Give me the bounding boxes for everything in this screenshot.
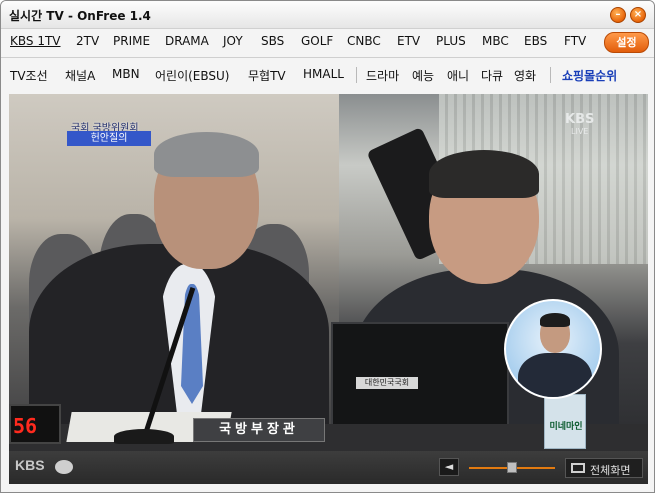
laptop-sticker: 대한민국국회	[356, 377, 418, 389]
settings-button[interactable]: 설정	[604, 32, 649, 53]
minimize-icon[interactable]: –	[610, 7, 626, 23]
interpreter-hair	[540, 313, 570, 327]
window-title: 실시간 TV - OnFree 1.4	[9, 9, 151, 23]
player-controls: KBS ◄ 전체화면	[9, 451, 648, 484]
app-window: 실시간 TV - OnFree 1.4 – × KBS 1TV 2TV PRIM…	[0, 0, 655, 493]
nameplate: 국방부장관	[193, 418, 325, 442]
channel-2tv[interactable]: 2TV	[76, 34, 99, 48]
interpreter-body	[518, 353, 592, 397]
channel-prime[interactable]: PRIME	[113, 34, 150, 48]
kbs-logo-icon	[55, 460, 73, 474]
channel-drama[interactable]: DRAMA	[165, 34, 209, 48]
channel-kbs1tv[interactable]: KBS 1TV	[10, 34, 61, 48]
channel-bar-extra: TV조선 채널A MBN 어린이(EBSU) 무협TV HMALL 드라마 예능…	[1, 59, 654, 89]
channel-bar-main: KBS 1TV 2TV PRIME DRAMA JOY SBS GOLF CNB…	[1, 30, 654, 56]
speaker-icon[interactable]: ◄	[439, 458, 459, 476]
watermark-brand: KBS	[565, 112, 595, 127]
channel-ebsu[interactable]: 어린이(EBSU)	[155, 67, 230, 84]
divider	[356, 67, 357, 83]
fullscreen-label: 전체화면	[590, 464, 631, 477]
close-icon[interactable]: ×	[630, 7, 646, 23]
shopping-ranking-link[interactable]: 쇼핑몰순위	[562, 67, 617, 84]
channel-genre-docu[interactable]: 다큐	[481, 67, 503, 84]
bottle-label: 미네마인	[549, 422, 583, 432]
brand-logo: KBS	[15, 457, 45, 473]
channel-joy[interactable]: JOY	[223, 34, 243, 48]
timer-display: 56	[9, 404, 61, 444]
kbs-live-watermark: KBS LIVE	[565, 112, 594, 136]
channel-ebs[interactable]: EBS	[524, 34, 547, 48]
channel-etv[interactable]: ETV	[397, 34, 420, 48]
timer-number: 56	[13, 414, 38, 438]
channel-channela[interactable]: 채널A	[65, 67, 95, 84]
video-player[interactable]: 대한민국국회 56 국방부장관 미네마인 국회 국방위원회 헌안질의 KBS L…	[9, 94, 648, 451]
channel-genre-drama[interactable]: 드라마	[366, 67, 399, 84]
speaker-right-hair	[429, 150, 539, 198]
channel-mbn[interactable]: MBN	[112, 67, 140, 81]
channel-genre-movie[interactable]: 영화	[514, 67, 536, 84]
water-bottle: 미네마인	[544, 394, 586, 449]
channel-genre-variety[interactable]: 예능	[412, 67, 434, 84]
channel-sbs[interactable]: SBS	[261, 34, 284, 48]
volume-slider-handle[interactable]	[507, 462, 517, 473]
divider	[550, 67, 551, 83]
channel-tvchosun[interactable]: TV조선	[10, 67, 48, 84]
microphone-base	[114, 429, 174, 444]
watermark-live: LIVE	[571, 127, 589, 136]
divider	[1, 57, 654, 58]
fullscreen-button[interactable]: 전체화면	[565, 458, 643, 478]
channel-golf[interactable]: GOLF	[301, 34, 333, 48]
channel-cnbc[interactable]: CNBC	[347, 34, 381, 48]
channel-hmall[interactable]: HMALL	[303, 67, 344, 81]
channel-ftv[interactable]: FTV	[564, 34, 586, 48]
channel-genre-anime[interactable]: 애니	[447, 67, 469, 84]
channel-muhyup[interactable]: 무협TV	[248, 67, 286, 84]
sign-language-interpreter	[504, 299, 602, 399]
channel-plus[interactable]: PLUS	[436, 34, 466, 48]
title-bar[interactable]: 실시간 TV - OnFree 1.4 – ×	[1, 1, 654, 29]
broadcast-caption-bar: 헌안질의	[67, 131, 151, 146]
speaker-left-hair	[154, 132, 259, 177]
channel-mbc[interactable]: MBC	[482, 34, 509, 48]
fullscreen-icon	[571, 463, 585, 473]
